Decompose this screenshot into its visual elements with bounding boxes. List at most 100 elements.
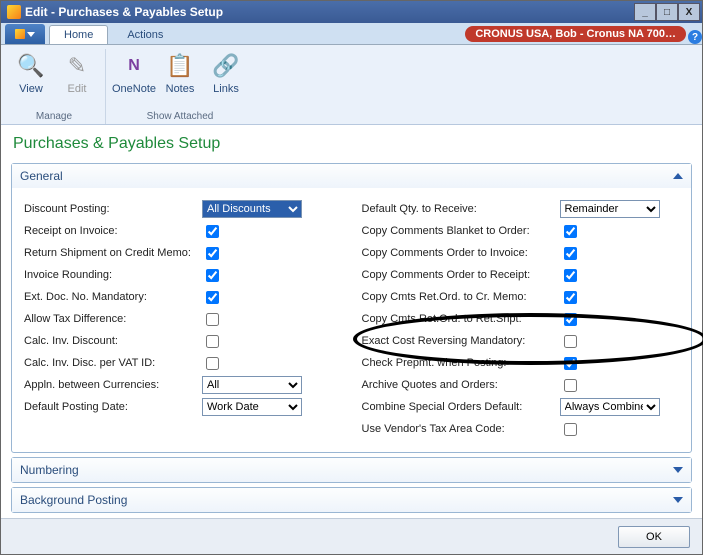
app-icon <box>7 5 21 19</box>
ribbon-group-show-label: Show Attached <box>147 111 214 122</box>
page-body: Purchases & Payables Setup General Disco… <box>1 125 702 523</box>
view-button[interactable]: 🔍 View <box>9 49 53 107</box>
fasttab-background-label: Background Posting <box>20 493 673 507</box>
copy-cmts-retord-cm-label: Copy Cmts Ret.Ord. to Cr. Memo: <box>362 291 560 303</box>
view-label: View <box>19 83 43 95</box>
page-title: Purchases & Payables Setup <box>13 135 692 153</box>
default-qty-receive-label: Default Qty. to Receive: <box>362 203 560 215</box>
copy-cmts-retord-cm-checkbox[interactable] <box>564 291 577 304</box>
return-shipment-cm-label: Return Shipment on Credit Memo: <box>24 247 202 259</box>
application-menu-button[interactable] <box>5 24 45 44</box>
copy-cmts-blanket-checkbox[interactable] <box>564 225 577 238</box>
close-button[interactable]: X <box>678 3 700 21</box>
discount-posting-select[interactable]: All Discounts <box>202 200 302 218</box>
notes-label: Notes <box>166 83 195 95</box>
field-use-vendor-tax: Use Vendor's Tax Area Code: <box>362 418 680 440</box>
use-vendor-tax-label: Use Vendor's Tax Area Code: <box>362 423 560 435</box>
ext-doc-no-label: Ext. Doc. No. Mandatory: <box>24 291 202 303</box>
dropdown-icon <box>27 32 35 37</box>
field-archive-quotes: Archive Quotes and Orders: <box>362 374 680 396</box>
copy-cmts-order-inv-checkbox[interactable] <box>564 247 577 260</box>
links-button[interactable]: 🔗 Links <box>204 49 248 107</box>
receipt-on-invoice-label: Receipt on Invoice: <box>24 225 202 237</box>
copy-cmts-order-rcpt-label: Copy Comments Order to Receipt: <box>362 269 560 281</box>
default-posting-date-select[interactable]: Work Date <box>202 398 302 416</box>
field-copy-cmts-retord-cm: Copy Cmts Ret.Ord. to Cr. Memo: <box>362 286 680 308</box>
company-context-text: CRONUS USA, Bob - Cronus NA 700… <box>475 28 676 40</box>
magnifier-icon: 🔍 <box>16 51 46 81</box>
field-return-shipment-cm: Return Shipment on Credit Memo: <box>24 242 342 264</box>
pencil-icon: ✎ <box>62 51 92 81</box>
allow-tax-diff-checkbox[interactable] <box>206 313 219 326</box>
combine-special-orders-label: Combine Special Orders Default: <box>362 401 560 413</box>
tab-home[interactable]: Home <box>49 25 108 44</box>
fasttab-numbering-label: Numbering <box>20 463 673 477</box>
appln-currencies-label: Appln. between Currencies: <box>24 379 202 391</box>
archive-quotes-label: Archive Quotes and Orders: <box>362 379 560 391</box>
general-right-column: Default Qty. to Receive: Remainder Copy … <box>362 198 680 440</box>
field-appln-currencies: Appln. between Currencies: All <box>24 374 342 396</box>
field-check-prepmt: Check Prepmt. when Posting: <box>362 352 680 374</box>
field-ext-doc-no: Ext. Doc. No. Mandatory: <box>24 286 342 308</box>
check-prepmt-label: Check Prepmt. when Posting: <box>362 357 560 369</box>
allow-tax-diff-label: Allow Tax Difference: <box>24 313 202 325</box>
window-title: Edit - Purchases & Payables Setup <box>25 5 634 19</box>
links-label: Links <box>213 83 239 95</box>
field-default-qty-receive: Default Qty. to Receive: Remainder <box>362 198 680 220</box>
onenote-icon: N <box>119 51 149 81</box>
fasttab-general-label: General <box>20 169 673 183</box>
field-copy-cmts-retord-shpt: Copy Cmts Ret.Ord. to Ret.Shpt: <box>362 308 680 330</box>
app-logo-icon <box>15 29 25 39</box>
onenote-label: OneNote <box>112 83 156 95</box>
tab-actions[interactable]: Actions <box>112 25 178 44</box>
help-button[interactable]: ? <box>688 30 702 44</box>
field-calc-inv-disc: Calc. Inv. Discount: <box>24 330 342 352</box>
return-shipment-cm-checkbox[interactable] <box>206 247 219 260</box>
chevron-down-icon <box>673 467 683 473</box>
copy-cmts-retord-shpt-label: Copy Cmts Ret.Ord. to Ret.Shpt: <box>362 313 560 325</box>
exact-cost-reversing-checkbox[interactable] <box>564 335 577 348</box>
calc-inv-disc-checkbox[interactable] <box>206 335 219 348</box>
fasttab-background-posting: Background Posting <box>11 487 692 513</box>
dialog-button-bar: OK <box>1 518 702 554</box>
copy-cmts-blanket-label: Copy Comments Blanket to Order: <box>362 225 560 237</box>
maximize-button[interactable]: □ <box>656 3 678 21</box>
fasttab-numbering: Numbering <box>11 457 692 483</box>
combine-special-orders-select[interactable]: Always Combine <box>560 398 660 416</box>
calc-inv-disc-vat-label: Calc. Inv. Disc. per VAT ID: <box>24 357 202 369</box>
field-exact-cost-reversing: Exact Cost Reversing Mandatory: <box>362 330 680 352</box>
ribbon: 🔍 View ✎ Edit Manage N OneNote 📋 Notes 🔗… <box>1 45 702 125</box>
window-titlebar: Edit - Purchases & Payables Setup _ □ X <box>1 1 702 23</box>
notes-button[interactable]: 📋 Notes <box>158 49 202 107</box>
default-qty-receive-select[interactable]: Remainder <box>560 200 660 218</box>
check-prepmt-checkbox[interactable] <box>564 357 577 370</box>
notes-icon: 📋 <box>165 51 195 81</box>
minimize-button[interactable]: _ <box>634 3 656 21</box>
discount-posting-label: Discount Posting: <box>24 203 202 215</box>
receipt-on-invoice-checkbox[interactable] <box>206 225 219 238</box>
use-vendor-tax-checkbox[interactable] <box>564 423 577 436</box>
exact-cost-reversing-label: Exact Cost Reversing Mandatory: <box>362 335 560 347</box>
field-discount-posting: Discount Posting: All Discounts <box>24 198 342 220</box>
copy-cmts-retord-shpt-checkbox[interactable] <box>564 313 577 326</box>
field-calc-inv-disc-vat: Calc. Inv. Disc. per VAT ID: <box>24 352 342 374</box>
ribbon-group-show-attached: N OneNote 📋 Notes 🔗 Links Show Attached <box>106 49 254 124</box>
appln-currencies-select[interactable]: All <box>202 376 302 394</box>
invoice-rounding-checkbox[interactable] <box>206 269 219 282</box>
copy-cmts-order-rcpt-checkbox[interactable] <box>564 269 577 282</box>
edit-button: ✎ Edit <box>55 49 99 107</box>
calc-inv-disc-vat-checkbox[interactable] <box>206 357 219 370</box>
field-allow-tax-diff: Allow Tax Difference: <box>24 308 342 330</box>
ok-button[interactable]: OK <box>618 526 690 548</box>
fasttab-general-header[interactable]: General <box>12 164 691 188</box>
window-controls: _ □ X <box>634 3 700 21</box>
onenote-button[interactable]: N OneNote <box>112 49 156 107</box>
archive-quotes-checkbox[interactable] <box>564 379 577 392</box>
company-context-badge: CRONUS USA, Bob - Cronus NA 700… <box>465 26 686 42</box>
chevron-up-icon <box>673 173 683 179</box>
ext-doc-no-checkbox[interactable] <box>206 291 219 304</box>
fasttab-background-header[interactable]: Background Posting <box>12 488 691 512</box>
field-default-posting-date: Default Posting Date: Work Date <box>24 396 342 418</box>
fasttab-numbering-header[interactable]: Numbering <box>12 458 691 482</box>
ribbon-group-manage-label: Manage <box>36 111 72 122</box>
